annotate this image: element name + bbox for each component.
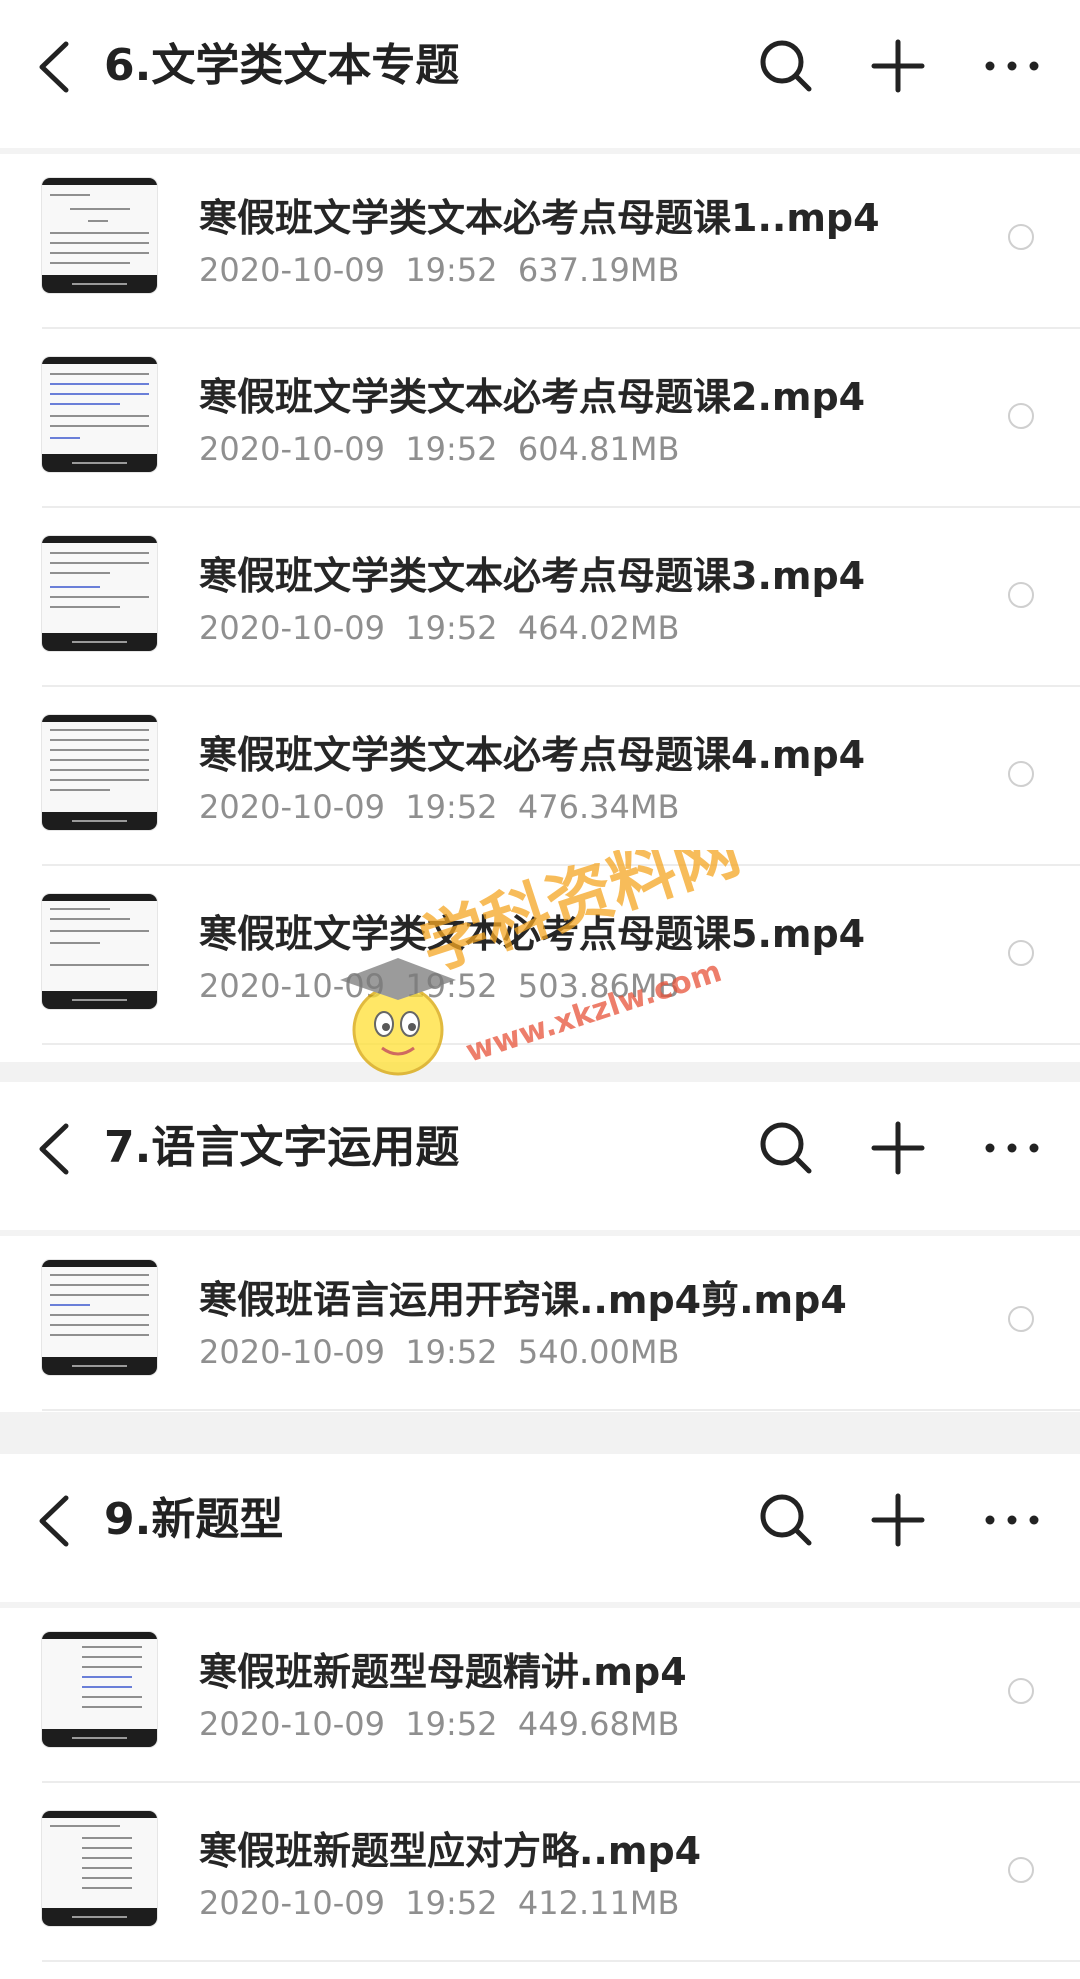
video-thumbnail	[42, 894, 157, 1009]
select-radio-icon[interactable]	[1008, 940, 1034, 966]
file-time: 19:52	[405, 251, 498, 289]
video-thumbnail	[42, 1811, 157, 1926]
search-icon[interactable]	[756, 36, 816, 96]
file-row[interactable]: 寒假班文学类文本必考点母题课1..mp4 2020-10-09 19:52 63…	[0, 150, 1080, 329]
plus-icon[interactable]	[868, 36, 928, 96]
select-radio-icon[interactable]	[1008, 1857, 1034, 1883]
file-meta: 2020-10-09 19:52 503.86MB	[199, 962, 679, 1010]
file-size: 637.19MB	[517, 251, 680, 289]
file-name: 寒假班文学类文本必考点母题课5.mp4	[199, 912, 866, 956]
plus-icon[interactable]	[868, 1118, 928, 1178]
file-meta: 2020-10-09 19:52 464.02MB	[199, 604, 679, 652]
file-name: 寒假班文学类文本必考点母题课3.mp4	[199, 554, 866, 598]
section-header: 6.文学类文本专题	[0, 0, 1080, 154]
chevron-left-icon[interactable]	[30, 1120, 82, 1178]
file-name: 寒假班文学类文本必考点母题课2.mp4	[199, 375, 866, 419]
file-name: 寒假班新题型母题精讲.mp4	[199, 1650, 687, 1694]
file-size: 464.02MB	[517, 609, 680, 647]
file-size: 449.68MB	[517, 1705, 680, 1743]
search-icon[interactable]	[756, 1118, 816, 1178]
file-time: 19:52	[405, 430, 498, 468]
video-thumbnail	[42, 178, 157, 293]
section-literature: 6.文学类文本专题 寒假班文学类文本必考点母题课1..mp4 2020-10-0…	[0, 0, 1080, 1062]
select-radio-icon[interactable]	[1008, 582, 1034, 608]
file-meta: 2020-10-09 19:52 604.81MB	[199, 425, 679, 473]
file-size: 412.11MB	[517, 1884, 680, 1922]
file-time: 19:52	[405, 609, 498, 647]
file-time: 19:52	[405, 1333, 498, 1371]
folder-title: 9.新题型	[104, 1494, 284, 1545]
file-row[interactable]: 寒假班文学类文本必考点母题课2.mp4 2020-10-09 19:52 604…	[0, 329, 1080, 508]
file-date: 2020-10-09	[199, 788, 385, 826]
file-date: 2020-10-09	[199, 967, 385, 1005]
file-row[interactable]: 寒假班文学类文本必考点母题课3.mp4 2020-10-09 19:52 464…	[0, 508, 1080, 687]
file-meta: 2020-10-09 19:52 449.68MB	[199, 1700, 679, 1748]
video-thumbnail	[42, 1260, 157, 1375]
file-date: 2020-10-09	[199, 251, 385, 289]
video-thumbnail	[42, 536, 157, 651]
file-meta: 2020-10-09 19:52 637.19MB	[199, 246, 679, 294]
more-dots-icon[interactable]	[982, 1118, 1042, 1178]
file-row[interactable]: 寒假班新题型母题精讲.mp4 2020-10-09 19:52 449.68MB	[0, 1604, 1080, 1783]
chevron-left-icon[interactable]	[30, 38, 82, 96]
file-date: 2020-10-09	[199, 609, 385, 647]
select-radio-icon[interactable]	[1008, 1306, 1034, 1332]
plus-icon[interactable]	[868, 1490, 928, 1550]
file-name: 寒假班文学类文本必考点母题课1..mp4	[199, 196, 880, 240]
chevron-left-icon[interactable]	[30, 1492, 82, 1550]
file-time: 19:52	[405, 788, 498, 826]
file-row[interactable]: 寒假班文学类文本必考点母题课4.mp4 2020-10-09 19:52 476…	[0, 687, 1080, 866]
file-name: 寒假班新题型应对方略..mp4	[199, 1829, 702, 1873]
file-name: 寒假班语言运用开窍课..mp4剪.mp4	[199, 1278, 847, 1322]
file-row[interactable]: 寒假班文学类文本必考点母题课5.mp4 2020-10-09 19:52 503…	[0, 866, 1080, 1045]
folder-title: 6.文学类文本专题	[104, 40, 460, 91]
file-date: 2020-10-09	[199, 1333, 385, 1371]
file-meta: 2020-10-09 19:52 476.34MB	[199, 783, 679, 831]
video-thumbnail	[42, 357, 157, 472]
file-time: 19:52	[405, 967, 498, 1005]
divider	[42, 1043, 1080, 1045]
video-thumbnail	[42, 1632, 157, 1747]
file-time: 19:52	[405, 1884, 498, 1922]
file-name: 寒假班文学类文本必考点母题课4.mp4	[199, 733, 866, 777]
more-dots-icon[interactable]	[982, 1490, 1042, 1550]
file-time: 19:52	[405, 1705, 498, 1743]
file-meta: 2020-10-09 19:52 412.11MB	[199, 1879, 679, 1927]
folder-title: 7.语言文字运用题	[104, 1122, 460, 1173]
section-new-question-types: 9.新题型 寒假班新题型母题精讲.mp4 2020-10-09 19:52 44…	[0, 1454, 1080, 1979]
divider	[42, 1409, 1080, 1411]
divider	[42, 1960, 1080, 1962]
file-date: 2020-10-09	[199, 1884, 385, 1922]
file-meta: 2020-10-09 19:52 540.00MB	[199, 1328, 679, 1376]
file-size: 503.86MB	[517, 967, 680, 1005]
file-date: 2020-10-09	[199, 430, 385, 468]
file-date: 2020-10-09	[199, 1705, 385, 1743]
video-thumbnail	[42, 715, 157, 830]
select-radio-icon[interactable]	[1008, 403, 1034, 429]
select-radio-icon[interactable]	[1008, 1678, 1034, 1704]
section-language-usage: 7.语言文字运用题 寒假班语言运用开窍课..mp4剪.mp4 2020-10-0…	[0, 1082, 1080, 1412]
search-icon[interactable]	[756, 1490, 816, 1550]
section-header: 9.新题型	[0, 1454, 1080, 1608]
more-dots-icon[interactable]	[982, 36, 1042, 96]
select-radio-icon[interactable]	[1008, 224, 1034, 250]
file-row[interactable]: 寒假班新题型应对方略..mp4 2020-10-09 19:52 412.11M…	[0, 1783, 1080, 1962]
file-size: 540.00MB	[517, 1333, 680, 1371]
section-header: 7.语言文字运用题	[0, 1082, 1080, 1236]
file-row[interactable]: 寒假班语言运用开窍课..mp4剪.mp4 2020-10-09 19:52 54…	[0, 1232, 1080, 1411]
file-size: 604.81MB	[517, 430, 680, 468]
file-size: 476.34MB	[517, 788, 680, 826]
select-radio-icon[interactable]	[1008, 761, 1034, 787]
